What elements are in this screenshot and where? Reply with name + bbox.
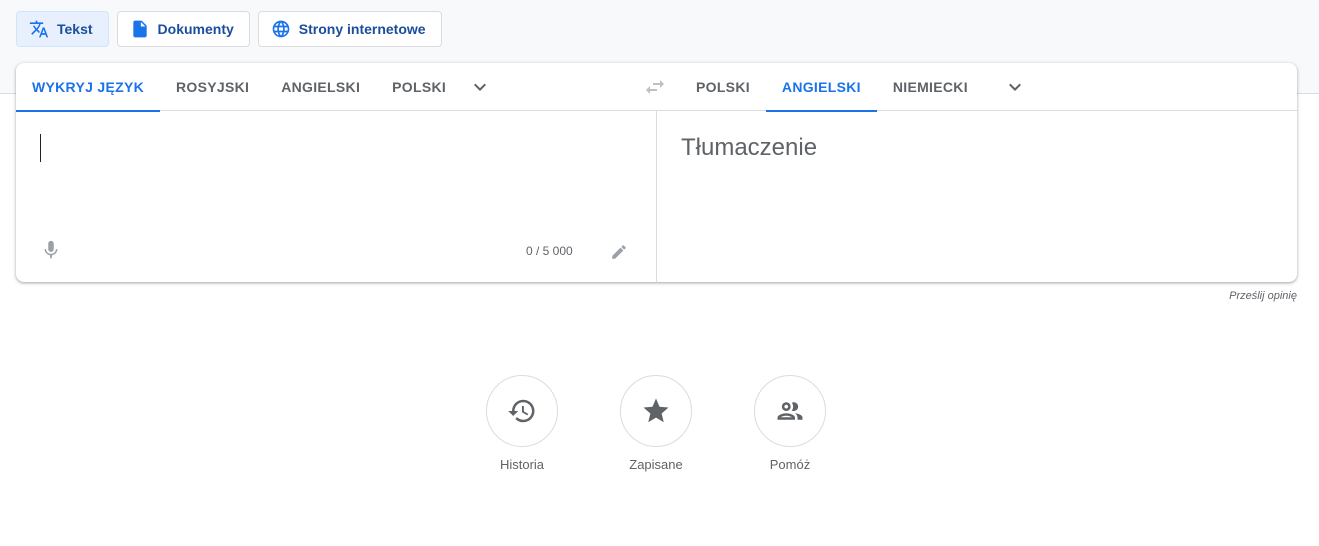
contribute-button[interactable]: Pomóż (754, 375, 826, 472)
mode-text-label: Tekst (57, 21, 93, 37)
voice-input-button[interactable] (40, 239, 62, 261)
source-language-tabs: WYKRYJ JĘZYK ROSYJSKI ANGIELSKI POLSKI (16, 63, 462, 112)
mic-icon (44, 240, 58, 259)
translator-card: WYKRYJ JĘZYK ROSYJSKI ANGIELSKI POLSKI P… (16, 63, 1297, 282)
source-more-languages-button[interactable] (468, 75, 492, 99)
pane-divider (656, 111, 657, 282)
swap-languages-button[interactable] (643, 75, 667, 99)
saved-circle[interactable] (620, 375, 692, 447)
character-count: 0 / 5 000 (526, 244, 573, 258)
star-icon (643, 398, 669, 423)
globe-icon (272, 20, 290, 38)
source-text-input[interactable] (32, 125, 612, 165)
target-tab-polish[interactable]: POLSKI (680, 63, 766, 111)
send-feedback-link[interactable]: Prześlij opinię (1229, 290, 1297, 302)
language-row: WYKRYJ JĘZYK ROSYJSKI ANGIELSKI POLSKI P… (16, 63, 1297, 112)
source-tab-polish[interactable]: POLSKI (376, 63, 462, 111)
history-icon (508, 399, 535, 423)
history-button[interactable]: Historia (486, 375, 558, 472)
pencil-icon (612, 245, 626, 259)
history-label: Historia (499, 457, 545, 472)
document-icon (132, 20, 147, 38)
mode-text-button[interactable]: Tekst (16, 11, 109, 47)
people-icon (777, 402, 803, 420)
mode-websites-button[interactable]: Strony internetowe (257, 11, 442, 47)
saved-label: Zapisane (629, 457, 683, 472)
history-circle[interactable] (486, 375, 558, 447)
saved-button[interactable]: Zapisane (620, 375, 692, 472)
bottom-actions: Historia Zapisane Pomóż (486, 375, 826, 472)
text-caret (40, 134, 41, 162)
mode-documents-label: Dokumenty (157, 21, 234, 37)
mode-bar: Tekst Dokumenty Strony internetowe (16, 11, 442, 47)
target-tab-german[interactable]: NIEMIECKI (877, 63, 984, 111)
target-more-languages-button[interactable] (1003, 75, 1027, 99)
source-tab-russian[interactable]: ROSYJSKI (160, 63, 265, 111)
target-tab-english[interactable]: ANGIELSKI (765, 63, 877, 112)
swap-icon (646, 80, 664, 94)
contribute-circle[interactable] (754, 375, 826, 447)
mode-websites-label: Strony internetowe (298, 21, 426, 37)
source-tab-detect[interactable]: WYKRYJ JĘZYK (16, 63, 160, 112)
chevron-down-icon (474, 83, 486, 91)
chevron-down-icon (1009, 83, 1021, 91)
contribute-label: Pomóż (769, 457, 811, 472)
handwriting-button[interactable] (610, 243, 628, 261)
translation-output: Tłumaczenie (681, 134, 818, 161)
mode-documents-button[interactable]: Dokumenty (116, 11, 250, 47)
source-tab-english[interactable]: ANGIELSKI (265, 63, 376, 111)
translate-icon (29, 20, 49, 38)
target-language-tabs: POLSKI ANGIELSKI NIEMIECKI (680, 63, 984, 112)
